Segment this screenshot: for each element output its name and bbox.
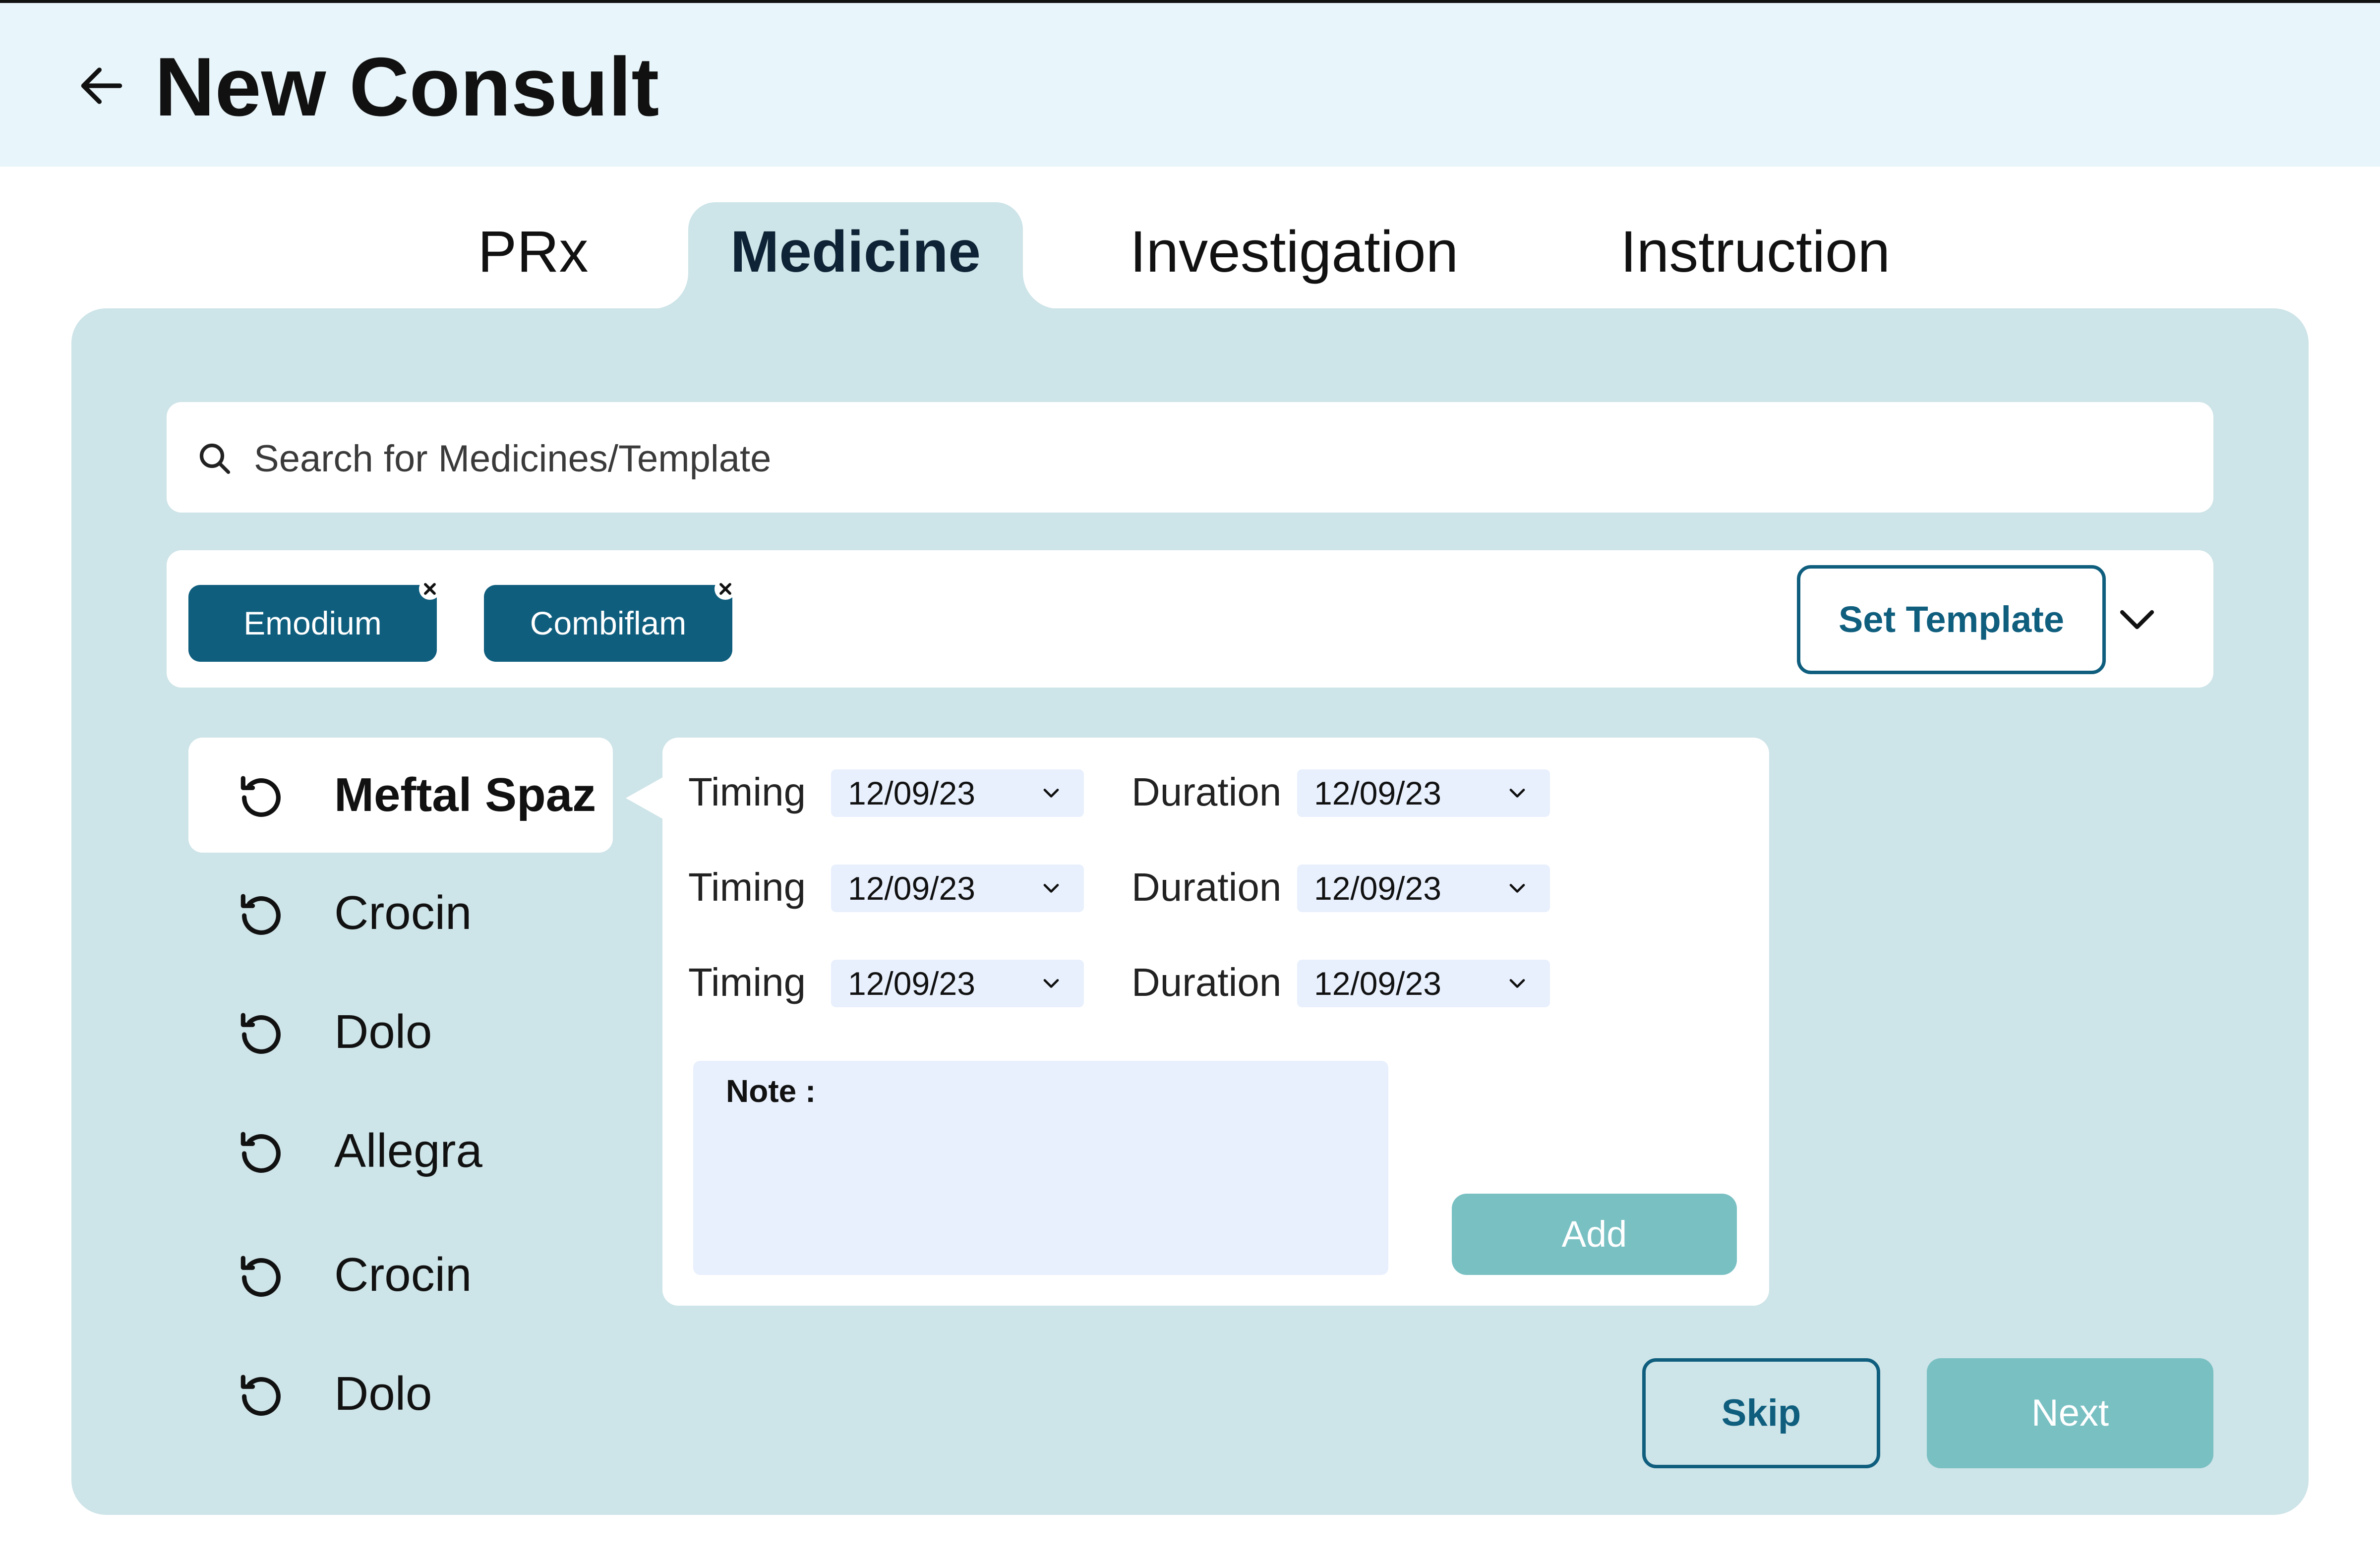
duration-label: Duration <box>1131 865 1282 909</box>
chevron-down-icon <box>1043 979 1059 988</box>
note-label: Note : <box>726 1073 816 1109</box>
history-icon <box>240 776 281 817</box>
tab-label: PRx <box>477 219 589 285</box>
duration-label: Duration <box>1131 770 1282 814</box>
duration-value: 12/09/23 <box>1314 965 1441 1002</box>
popover-pointer <box>626 776 665 820</box>
history-icon <box>240 1013 281 1054</box>
history-icon <box>240 1256 281 1297</box>
next-button[interactable]: Next <box>1927 1358 2213 1468</box>
timing-label: Timing <box>688 960 806 1004</box>
chip-label: Combiflam <box>530 605 687 641</box>
chevron-down-icon <box>1043 789 1059 798</box>
duration-value: 12/09/23 <box>1314 775 1441 811</box>
add-button[interactable]: Add <box>1452 1194 1737 1275</box>
history-icon <box>240 894 281 935</box>
chevron-down-icon <box>1509 979 1525 988</box>
tab-investigation[interactable]: Investigation <box>1103 202 1485 309</box>
page-title: New Consult <box>155 40 659 133</box>
tab-label: Medicine <box>730 219 981 285</box>
skip-button[interactable]: Skip <box>1642 1358 1880 1468</box>
tab-label: Investigation <box>1130 219 1459 285</box>
tab-label: Instruction <box>1620 219 1891 285</box>
medicine-item-allegra[interactable]: Allegra <box>188 1094 613 1209</box>
duration-label: Duration <box>1131 960 1282 1004</box>
tab-corner-left <box>653 273 688 309</box>
tab-corner-right <box>1023 273 1059 309</box>
medicine-item-label: Allegra <box>334 1124 482 1177</box>
chevron-down-icon <box>1509 789 1525 798</box>
chip-emodium[interactable]: Emodium <box>188 585 437 662</box>
close-icon[interactable] <box>714 578 736 600</box>
medicine-item-label: Dolo <box>334 1005 432 1058</box>
medicine-item-dolo[interactable]: Dolo <box>188 975 613 1090</box>
timing-dropdown[interactable]: 12/09/23 <box>831 960 1084 1007</box>
history-icon <box>240 1132 281 1173</box>
medicine-item-label: Meftal Spaz <box>334 768 596 821</box>
tab-instruction[interactable]: Instruction <box>1587 202 1924 309</box>
set-template-button[interactable]: Set Template <box>1797 565 2106 674</box>
timing-label: Timing <box>688 865 806 909</box>
search-placeholder: Search for Medicines/Template <box>254 438 772 480</box>
tab-prx[interactable]: PRx <box>456 202 610 309</box>
medicine-item-label: Dolo <box>334 1367 432 1420</box>
medicine-item-label: Crocin <box>334 886 472 939</box>
timing-dropdown[interactable]: 12/09/23 <box>831 769 1084 817</box>
medicine-item-crocin[interactable]: Crocin <box>188 856 613 971</box>
chevron-down-icon <box>1509 884 1525 893</box>
timing-value: 12/09/23 <box>848 965 975 1002</box>
note-field[interactable]: Note : <box>693 1061 1388 1275</box>
duration-dropdown[interactable]: 12/09/23 <box>1297 769 1550 817</box>
timing-value: 12/09/23 <box>848 775 975 811</box>
medicine-item-label: Crocin <box>334 1248 472 1301</box>
tab-medicine[interactable]: Medicine <box>688 202 1023 309</box>
timing-value: 12/09/23 <box>848 870 975 907</box>
duration-value: 12/09/23 <box>1314 870 1441 907</box>
duration-dropdown[interactable]: 12/09/23 <box>1297 865 1550 912</box>
chevron-down-icon[interactable] <box>2115 597 2159 642</box>
timing-dropdown[interactable]: 12/09/23 <box>831 865 1084 912</box>
arrow-left-icon[interactable] <box>74 58 129 113</box>
search-icon <box>199 443 231 474</box>
timing-label: Timing <box>688 770 806 814</box>
medicine-item-dolo[interactable]: Dolo <box>188 1336 613 1451</box>
chevron-down-icon <box>1043 884 1059 893</box>
close-icon[interactable] <box>419 578 441 600</box>
medicine-item-crocin[interactable]: Crocin <box>188 1217 613 1332</box>
duration-dropdown[interactable]: 12/09/23 <box>1297 960 1550 1007</box>
chip-label: Emodium <box>243 605 382 641</box>
medicine-item-meftal-spaz[interactable]: Meftal Spaz <box>188 738 613 853</box>
history-icon <box>240 1375 281 1416</box>
chip-combiflam[interactable]: Combiflam <box>484 585 732 662</box>
